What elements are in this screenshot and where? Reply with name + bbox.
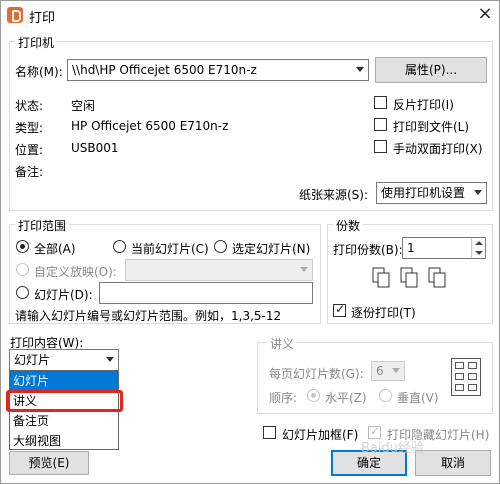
copies-count-label: 打印份数(B): bbox=[333, 243, 403, 257]
slides-range-input[interactable] bbox=[99, 282, 313, 304]
frame-slides-label: 幻灯片加框(F) bbox=[282, 428, 359, 442]
print-to-file-label: 打印到文件(L) bbox=[393, 120, 470, 134]
handout-layout-icon bbox=[451, 358, 481, 396]
range-current-label: 当前幻灯片(C) bbox=[131, 242, 209, 256]
order-label: 顺序: bbox=[269, 391, 298, 405]
range-all-label: 全部(A) bbox=[34, 242, 76, 256]
chevron-down-icon bbox=[356, 67, 364, 72]
chevron-down-icon bbox=[392, 368, 400, 373]
print-dialog: 打印 × 打印机 名称(M): \\hd\HP Officejet 6500 E… bbox=[0, 0, 500, 484]
paper-source-select[interactable]: 使用打印机设置 bbox=[376, 182, 487, 204]
manual-duplex-label: 手动双面打印(X) bbox=[393, 142, 483, 156]
chevron-down-icon bbox=[106, 357, 114, 362]
content-option-slides[interactable]: 幻灯片 bbox=[10, 371, 118, 391]
wps-presentation-icon bbox=[7, 7, 23, 23]
order-horizontal-label: 水平(Z) bbox=[325, 391, 367, 405]
copies-count-input[interactable]: 1 bbox=[402, 237, 486, 259]
print-content-value: 幻灯片 bbox=[14, 353, 51, 367]
status-value: 空闲 bbox=[71, 99, 96, 113]
spin-down-icon[interactable] bbox=[475, 251, 483, 255]
range-all-radio[interactable] bbox=[16, 240, 29, 253]
order-vertical-label: 垂直(V) bbox=[397, 391, 439, 405]
content-option-notes[interactable]: 备注页 bbox=[10, 411, 118, 431]
order-horizontal-radio[interactable] bbox=[307, 389, 320, 402]
comment-label: 备注: bbox=[15, 165, 44, 179]
handouts-legend: 讲义 bbox=[267, 335, 298, 352]
copies-count-value: 1 bbox=[407, 241, 415, 255]
paper-source-label: 纸张来源(S): bbox=[299, 188, 369, 202]
range-custom-show-radio[interactable] bbox=[16, 263, 29, 276]
window-title: 打印 bbox=[29, 11, 56, 26]
range-current-radio[interactable] bbox=[113, 240, 126, 253]
copies-legend: 份数 bbox=[333, 217, 364, 234]
type-label: 类型: bbox=[15, 121, 44, 135]
printer-name-select[interactable]: \\hd\HP Officejet 6500 E710n-z bbox=[67, 59, 369, 81]
order-vertical-radio[interactable] bbox=[379, 389, 392, 402]
range-selected-radio[interactable] bbox=[214, 240, 227, 253]
content-option-outline[interactable]: 大纲视图 bbox=[10, 431, 118, 451]
watermark-text: Baidu经验 bbox=[361, 441, 424, 456]
type-value: HP Officejet 6500 E710n-z bbox=[71, 119, 229, 133]
print-range-legend: 打印范围 bbox=[15, 217, 70, 234]
per-page-value: 6 bbox=[376, 364, 384, 378]
collate-checkbox[interactable] bbox=[333, 302, 346, 317]
collate-pages-icon bbox=[400, 267, 418, 288]
collate-label: 逐份打印(T) bbox=[351, 306, 416, 320]
cancel-button[interactable]: 取消 bbox=[415, 450, 491, 476]
chevron-down-icon bbox=[300, 267, 308, 272]
manual-duplex-checkbox[interactable] bbox=[374, 140, 387, 153]
range-custom-show-label: 自定义放映(O): bbox=[34, 265, 117, 279]
per-page-label: 每页幻灯片数(G): bbox=[269, 367, 364, 381]
copies-spinner[interactable] bbox=[471, 238, 485, 258]
title-bar: 打印 × bbox=[1, 1, 499, 29]
print-to-file-checkbox[interactable] bbox=[374, 118, 387, 131]
reverse-print-label: 反片打印(I) bbox=[393, 98, 454, 112]
spin-up-icon[interactable] bbox=[475, 241, 483, 245]
collate-pages-icon bbox=[372, 267, 390, 288]
custom-show-select[interactable] bbox=[125, 259, 313, 281]
printer-name-value: \\hd\HP Officejet 6500 E710n-z bbox=[72, 63, 257, 77]
annotation-highlight-box bbox=[6, 390, 123, 412]
paper-source-value: 使用打印机设置 bbox=[381, 186, 466, 200]
location-label: 位置: bbox=[15, 143, 44, 157]
close-icon[interactable]: × bbox=[473, 3, 497, 25]
range-slides-label: 幻灯片(D): bbox=[34, 288, 93, 302]
properties-button[interactable]: 属性(P)... bbox=[375, 57, 487, 83]
printer-legend: 打印机 bbox=[15, 34, 58, 51]
status-label: 状态: bbox=[15, 99, 44, 113]
range-hint: 请输入幻灯片编号或幻灯片范围。例如，1,3,5-12 bbox=[15, 309, 282, 323]
collate-pages-icon bbox=[428, 267, 446, 288]
frame-slides-checkbox[interactable] bbox=[263, 426, 276, 439]
range-selected-label: 选定幻灯片(N) bbox=[232, 242, 311, 256]
print-content-select[interactable]: 幻灯片 bbox=[9, 349, 119, 371]
range-slides-radio[interactable] bbox=[16, 286, 29, 299]
chevron-down-icon bbox=[474, 190, 482, 195]
reverse-print-checkbox[interactable] bbox=[374, 96, 387, 109]
location-value: USB001 bbox=[71, 141, 119, 155]
printer-name-label: 名称(M): bbox=[15, 65, 63, 79]
preview-button[interactable]: 预览(E) bbox=[9, 451, 89, 475]
per-page-select[interactable]: 6 bbox=[371, 361, 405, 381]
